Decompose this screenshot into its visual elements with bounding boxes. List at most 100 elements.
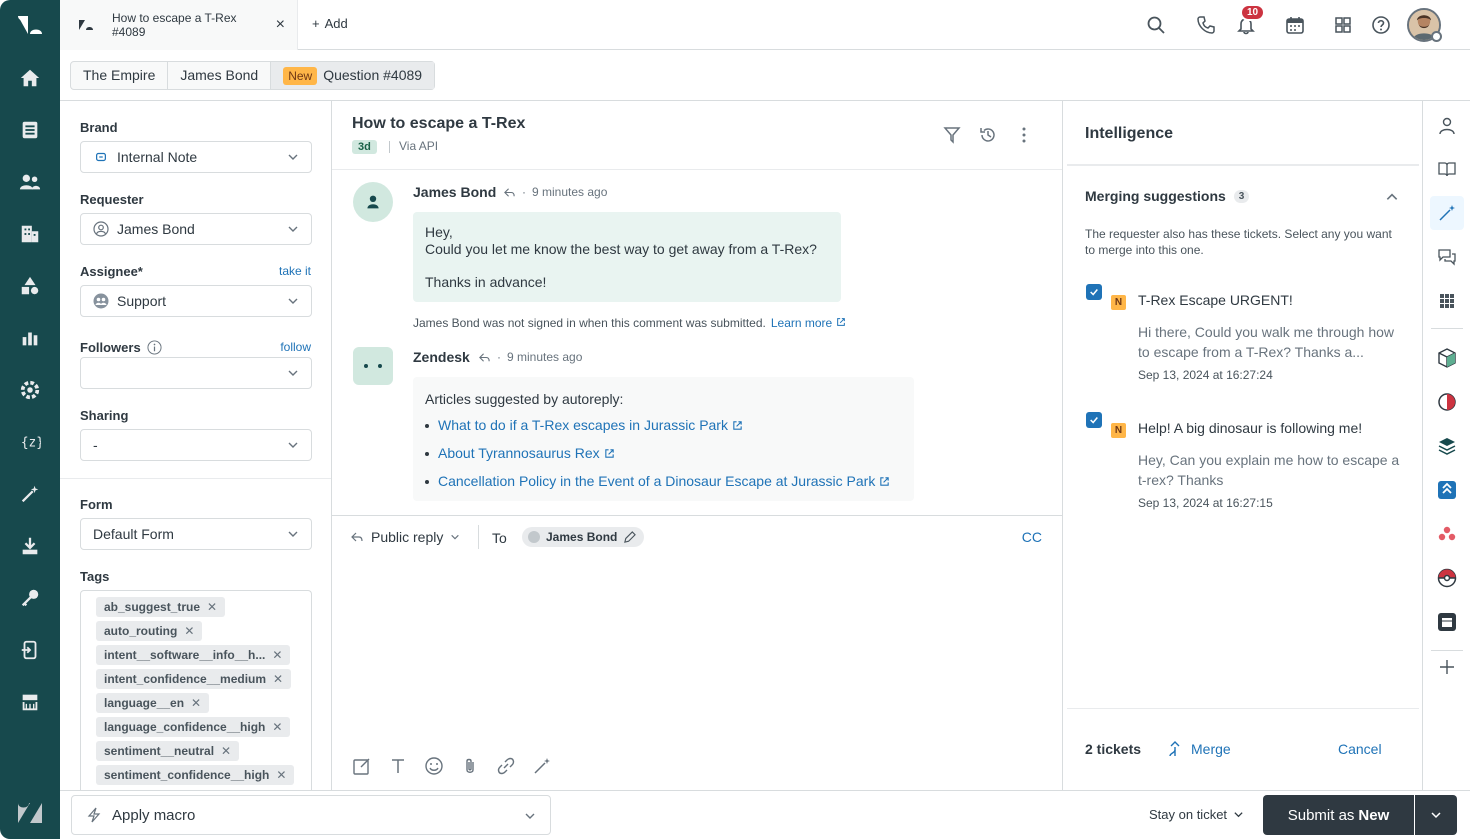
requester-avatar[interactable]	[353, 182, 393, 222]
apps-grid-icon[interactable]	[1435, 289, 1459, 313]
breadcrumb-ticket[interactable]: New Question #4089	[271, 62, 435, 89]
list-bullet	[425, 452, 429, 456]
reporting-icon[interactable]	[0, 316, 60, 360]
tag-chip[interactable]: intent__software__info__h... ✕	[96, 645, 291, 665]
organizations-icon[interactable]	[0, 212, 60, 256]
brand-select[interactable]: Internal Note	[80, 141, 312, 173]
merge-button[interactable]: Merge	[1167, 741, 1231, 757]
remove-tag-icon[interactable]: ✕	[207, 597, 217, 617]
followers-select[interactable]	[80, 357, 312, 389]
tag-chip[interactable]: language__en ✕	[96, 693, 210, 713]
form-select[interactable]: Default Form	[80, 518, 312, 550]
stay-on-ticket-select[interactable]: Stay on ticket	[1149, 807, 1244, 822]
requester-select[interactable]: James Bond	[80, 213, 312, 245]
article-link[interactable]: Cancellation Policy in the Event of a Di…	[438, 473, 890, 489]
submit-button[interactable]: Submit as New	[1263, 795, 1414, 835]
compose-edit-icon[interactable]	[352, 756, 372, 776]
layers-app-icon[interactable]	[1435, 434, 1459, 458]
tag-chip[interactable]: ab_suggest_true ✕	[96, 597, 226, 617]
tag-chip[interactable]: sentiment__neutral ✕	[96, 741, 240, 761]
zendesk-logo-icon[interactable]	[16, 12, 44, 38]
download-icon[interactable]	[0, 524, 60, 568]
cube-app-icon[interactable]	[1435, 346, 1459, 370]
device-icon[interactable]	[0, 628, 60, 672]
add-tab-button[interactable]: + Add	[312, 16, 348, 31]
history-icon[interactable]	[978, 125, 998, 145]
sharing-select[interactable]: -	[80, 429, 312, 461]
reply-body-input[interactable]	[350, 563, 1044, 743]
pokeball-app-icon[interactable]	[1435, 566, 1459, 590]
remove-tag-icon[interactable]: ✕	[272, 645, 282, 665]
cancel-button[interactable]: Cancel	[1338, 741, 1382, 757]
remove-tag-icon[interactable]: ✕	[184, 621, 194, 641]
zendesk-app-icon[interactable]: {z}	[0, 420, 60, 464]
suggestion-checkbox[interactable]	[1086, 284, 1102, 300]
add-app-plus-icon[interactable]	[1435, 655, 1459, 679]
attachment-icon[interactable]	[460, 756, 480, 776]
views-icon[interactable]	[0, 108, 60, 152]
key-icon[interactable]	[0, 576, 60, 620]
apply-macro-select[interactable]: Apply macro	[71, 795, 551, 835]
magic-wand-icon[interactable]	[0, 472, 60, 516]
knowledge-book-icon[interactable]	[1435, 157, 1459, 181]
article-link[interactable]: What to do if a T-Rex escapes in Jurassi…	[438, 417, 743, 433]
remove-tag-icon[interactable]: ✕	[272, 717, 282, 737]
shapes-icon[interactable]	[0, 264, 60, 308]
filter-icon[interactable]	[942, 125, 962, 145]
home-icon[interactable]	[0, 56, 60, 100]
admin-gear-icon[interactable]	[0, 368, 60, 412]
suggestion-title[interactable]: Help! A big dinosaur is following me!	[1138, 420, 1362, 436]
text-format-icon[interactable]	[388, 756, 408, 776]
zendesk-avatar[interactable]	[353, 347, 393, 385]
magic-wand-icon[interactable]	[532, 756, 552, 776]
asana-app-icon[interactable]	[1435, 522, 1459, 546]
tag-chip[interactable]: intent_confidence__medium ✕	[96, 669, 292, 689]
user-profile-icon[interactable]	[1435, 114, 1459, 138]
breadcrumb-requester[interactable]: James Bond	[168, 62, 272, 89]
help-icon[interactable]	[1369, 13, 1393, 37]
more-options-icon[interactable]	[1014, 125, 1034, 145]
tag-chip[interactable]: auto_routing ✕	[96, 621, 203, 641]
phone-icon[interactable]	[1194, 13, 1218, 37]
intelligence-wand-icon[interactable]	[1435, 201, 1459, 225]
take-it-link[interactable]: take it	[279, 264, 311, 278]
info-icon[interactable]	[147, 340, 162, 355]
reply-type-select[interactable]: Public reply	[350, 529, 460, 545]
apps-grid-icon[interactable]	[1331, 13, 1355, 37]
remove-tag-icon[interactable]: ✕	[273, 669, 283, 689]
pie-app-icon[interactable]	[1435, 390, 1459, 414]
search-icon[interactable]	[1144, 13, 1168, 37]
remove-tag-icon[interactable]: ✕	[221, 741, 231, 761]
suggestion-checkbox[interactable]	[1086, 412, 1102, 428]
customers-icon[interactable]	[0, 160, 60, 204]
message-author[interactable]: Zendesk	[413, 349, 470, 365]
assignee-select[interactable]: Support	[80, 285, 312, 317]
jira-app-icon[interactable]	[1435, 478, 1459, 502]
tag-chip[interactable]: sentiment_confidence__high ✕	[96, 765, 295, 785]
remove-tag-icon[interactable]: ✕	[276, 765, 286, 785]
calendar-app-icon[interactable]	[1435, 610, 1459, 634]
follow-link[interactable]: follow	[280, 340, 311, 354]
store-icon[interactable]	[0, 680, 60, 724]
close-tab-icon[interactable]: ×	[276, 16, 285, 34]
link-icon[interactable]	[496, 756, 516, 776]
edit-pencil-icon[interactable]	[623, 530, 637, 544]
message-author[interactable]: James Bond	[413, 184, 496, 200]
chevron-up-icon[interactable]	[1385, 190, 1399, 204]
tags-input[interactable]: ab_suggest_true ✕ auto_routing ✕ intent__s…	[80, 590, 312, 790]
submit-options-button[interactable]	[1415, 795, 1457, 835]
emoji-icon[interactable]	[424, 756, 444, 776]
ticket-tab[interactable]: How to escape a T-Rex #4089 ×	[60, 0, 298, 50]
suggestion-title[interactable]: T-Rex Escape URGENT!	[1138, 292, 1293, 308]
remove-tag-icon[interactable]: ✕	[191, 693, 201, 713]
tag-chip[interactable]: language_confidence__high ✕	[96, 717, 291, 737]
cc-button[interactable]: CC	[1022, 529, 1042, 545]
breadcrumb-organization[interactable]: The Empire	[71, 62, 169, 89]
merging-suggestions-header[interactable]: Merging suggestions 3	[1085, 188, 1250, 204]
article-link[interactable]: About Tyrannosaurus Rex	[438, 445, 615, 461]
learn-more-link[interactable]: Learn more	[771, 316, 832, 330]
calendar-icon[interactable]	[1283, 13, 1307, 37]
recipient-chip[interactable]: James Bond	[522, 527, 645, 547]
brand-label: Brand	[80, 120, 118, 135]
conversations-icon[interactable]	[1435, 245, 1459, 269]
